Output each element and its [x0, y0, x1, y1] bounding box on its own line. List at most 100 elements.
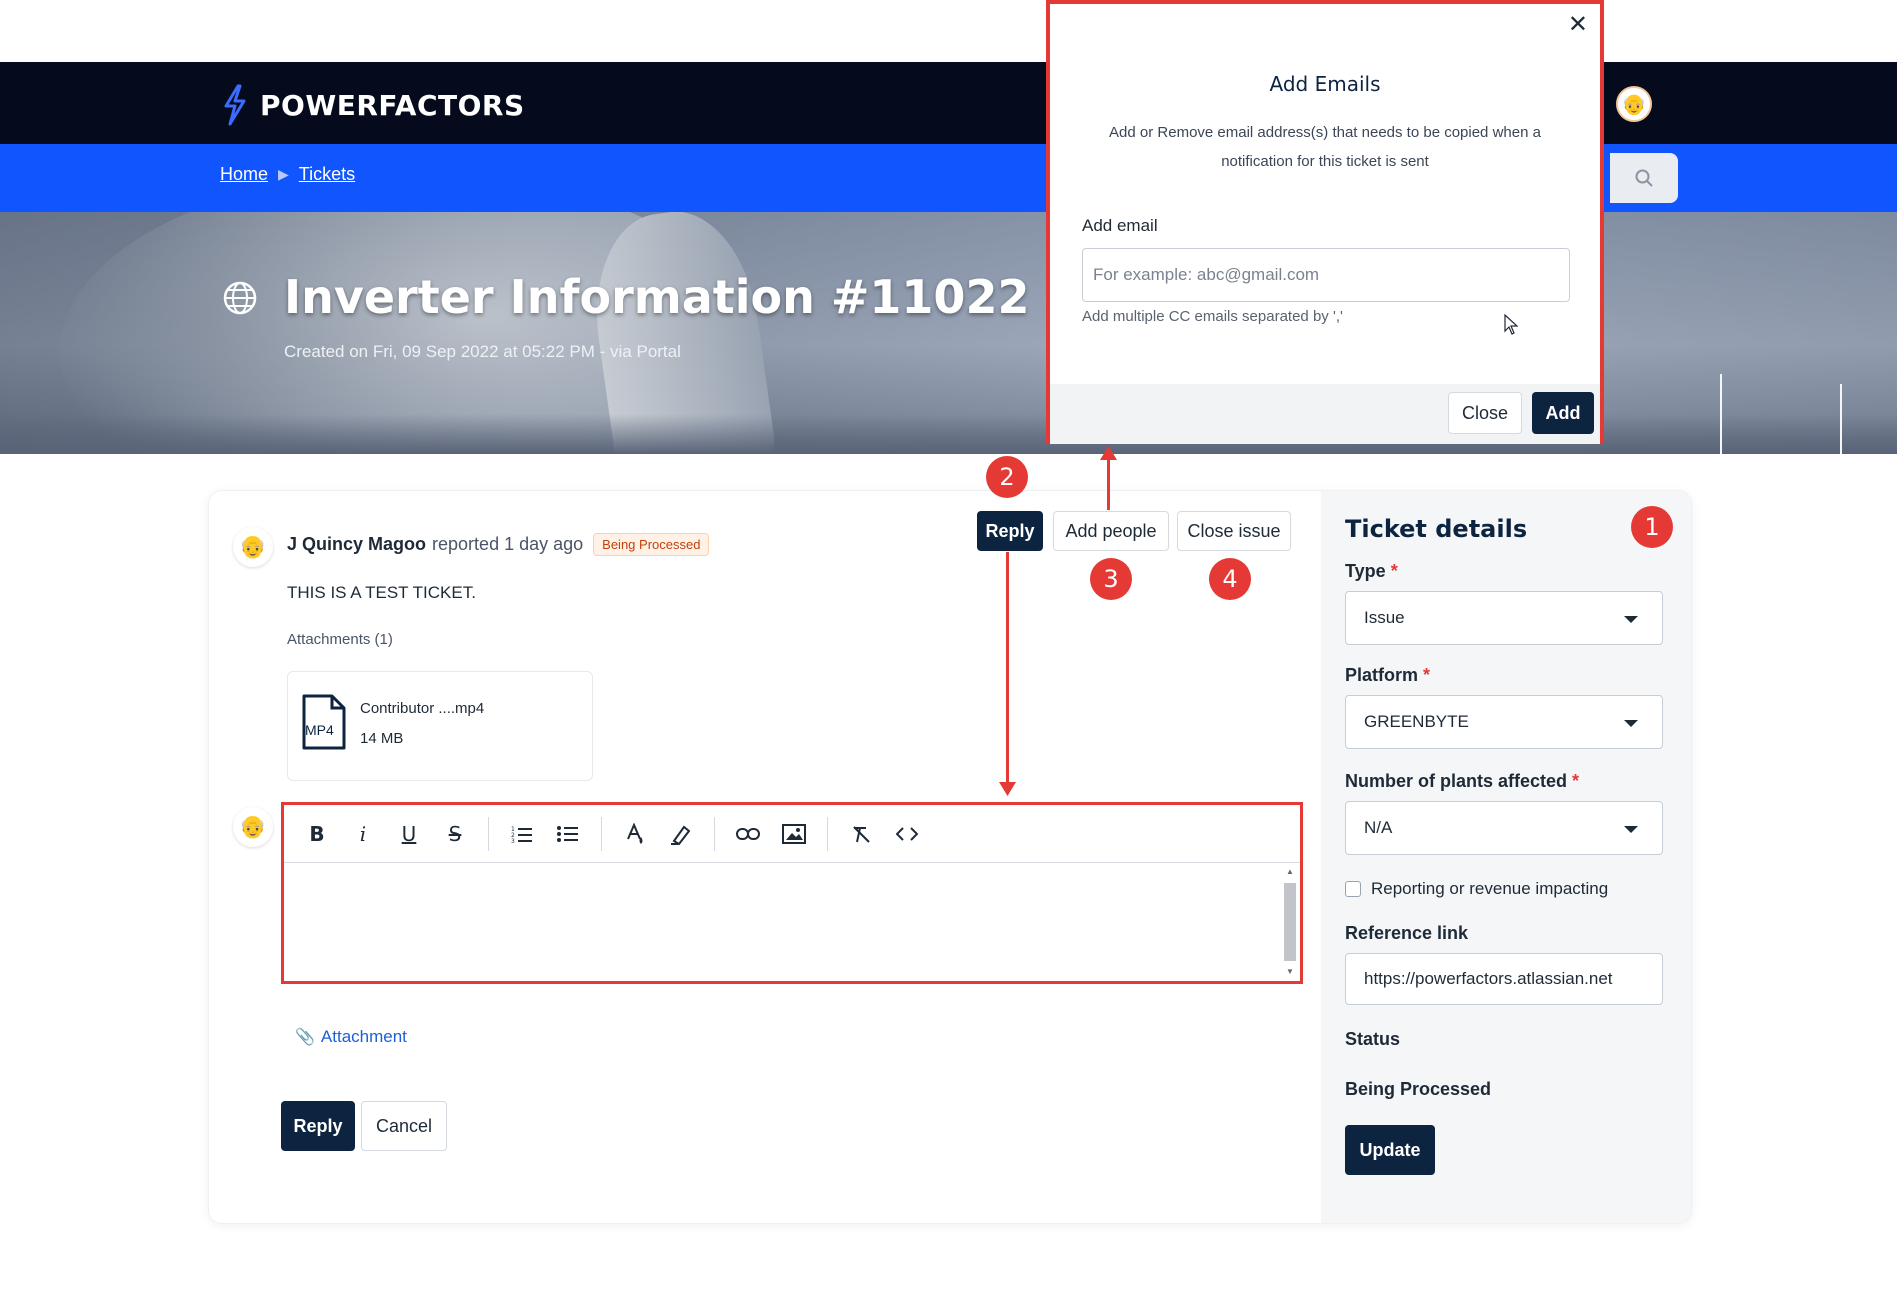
distant-turbine — [1840, 384, 1842, 454]
editor-toolbar: B i U S 123 — [284, 805, 1300, 863]
platform-select[interactable]: GREENBYTE — [1345, 695, 1663, 749]
italic-icon[interactable]: i — [345, 816, 381, 852]
platform-label: Platform — [1345, 665, 1419, 685]
attachments-label: Attachments (1) — [287, 631, 393, 648]
breadcrumb-bar: Home ▶ Tickets — [0, 144, 1897, 212]
submit-reply-button[interactable]: Reply — [281, 1101, 355, 1151]
reporting-checkbox-row: Reporting or revenue impacting — [1345, 879, 1608, 899]
modal-description: Add or Remove email address(s) that need… — [1109, 124, 1541, 170]
file-type-label: MP4 — [305, 722, 334, 738]
reference-link-input[interactable]: https://powerfactors.atlassian.net — [1345, 953, 1663, 1005]
underline-icon[interactable]: U — [391, 816, 427, 852]
top-nav: POWERFACTORS 👴 — [0, 62, 1897, 144]
reporting-label: Reporting or revenue impacting — [1371, 879, 1609, 898]
breadcrumb-home[interactable]: Home — [220, 164, 268, 185]
annotation-marker-1: 1 — [1631, 506, 1673, 548]
hero-banner: Inverter Information #11022 Created on F… — [0, 212, 1897, 454]
bolt-logo-icon — [224, 84, 246, 126]
required-mark: * — [1423, 665, 1431, 685]
ticket-details-title: Ticket details — [1345, 515, 1528, 543]
current-user-avatar: 👴 — [233, 807, 273, 847]
ticket-description: THIS IS A TEST TICKET. — [287, 583, 476, 602]
ticket-details-panel: Ticket details Type * Issue Platform * G… — [1321, 491, 1691, 1223]
globe-icon — [223, 281, 257, 315]
bold-icon[interactable]: B — [299, 816, 335, 852]
plants-select[interactable]: N/A — [1345, 801, 1663, 855]
brand-logo[interactable]: POWERFACTORS — [220, 84, 525, 126]
ticket-card: 👴 J Quincy Magoo reported 1 day ago Bein… — [208, 490, 1692, 1224]
scroll-down-icon[interactable]: ▼ — [1284, 967, 1296, 976]
reference-label: Reference link — [1345, 923, 1469, 943]
breadcrumb-tickets[interactable]: Tickets — [299, 164, 355, 185]
type-value: Issue — [1364, 608, 1405, 627]
arrow-down-icon — [999, 782, 1016, 796]
reporter-name[interactable]: J Quincy Magoo — [287, 534, 426, 555]
add-emails-modal: ✕ Add Emails Add or Remove email address… — [1046, 0, 1604, 444]
status-label: Status — [1345, 1029, 1401, 1049]
link-icon[interactable] — [730, 816, 766, 852]
update-button[interactable]: Update — [1345, 1125, 1435, 1175]
scroll-up-icon[interactable]: ▲ — [1284, 867, 1296, 876]
close-issue-button[interactable]: Close issue — [1177, 511, 1291, 551]
editor-scrollbar[interactable]: ▲ ▼ — [1282, 867, 1296, 977]
plants-value: N/A — [1364, 818, 1393, 837]
modal-close-button[interactable]: Close — [1448, 392, 1522, 434]
breadcrumb-separator-icon: ▶ — [278, 166, 289, 182]
type-label: Type — [1345, 561, 1386, 581]
status-value: Being Processed — [1345, 1079, 1492, 1099]
reporting-checkbox[interactable] — [1345, 881, 1361, 897]
ordered-list-icon[interactable]: 123 — [504, 816, 540, 852]
search-icon — [1635, 169, 1653, 187]
annotation-marker-3: 3 — [1090, 558, 1132, 600]
type-select[interactable]: Issue — [1345, 591, 1663, 645]
image-icon[interactable] — [776, 816, 812, 852]
modal-footer: Close Add — [1050, 384, 1600, 444]
clear-format-icon[interactable] — [843, 816, 879, 852]
annotation-arrow-add-people — [1107, 458, 1110, 510]
attachment-link-label: Attachment — [320, 1027, 407, 1046]
svg-text:3: 3 — [511, 838, 515, 844]
add-attachment-link[interactable]: 📎 Attachment — [295, 1027, 407, 1047]
file-name: Contributor ....mp4 — [360, 700, 485, 717]
modal-title: Add Emails — [1269, 72, 1381, 96]
email-help-text: Add multiple CC emails separated by ',' — [1082, 308, 1343, 325]
code-view-icon[interactable] — [889, 816, 925, 852]
search-button[interactable] — [1610, 153, 1678, 203]
add-email-label: Add email — [1082, 216, 1158, 235]
status-badge: Being Processed — [593, 533, 710, 556]
required-mark: * — [1572, 771, 1580, 791]
reporter-avatar: 👴 — [233, 527, 273, 567]
strikethrough-icon[interactable]: S — [437, 816, 473, 852]
reply-editor: B i U S 123 ▲ ▼ — [281, 802, 1303, 984]
add-people-button[interactable]: Add people — [1053, 511, 1169, 551]
modal-add-button[interactable]: Add — [1532, 392, 1594, 434]
platform-value: GREENBYTE — [1364, 712, 1469, 731]
mouse-cursor-icon — [1504, 314, 1518, 335]
reply-button[interactable]: Reply — [977, 511, 1043, 551]
file-size: 14 MB — [360, 730, 404, 747]
required-mark: * — [1390, 561, 1398, 581]
paperclip-icon: 📎 — [295, 1029, 315, 1046]
email-input[interactable] — [1082, 248, 1570, 302]
dropdown-caret-icon — [1624, 826, 1638, 833]
annotation-arrow-reply — [1006, 552, 1009, 786]
user-avatar[interactable]: 👴 — [1616, 86, 1652, 122]
dropdown-caret-icon — [1624, 616, 1638, 623]
annotation-marker-4: 4 — [1209, 558, 1251, 600]
plants-label: Number of plants affected — [1345, 771, 1568, 791]
highlight-icon[interactable] — [663, 816, 699, 852]
bullet-list-icon[interactable] — [550, 816, 586, 852]
text-color-icon[interactable] — [617, 816, 653, 852]
page-subtitle: Created on Fri, 09 Sep 2022 at 05:22 PM … — [284, 342, 681, 361]
cancel-reply-button[interactable]: Cancel — [361, 1101, 447, 1151]
breadcrumb: Home ▶ Tickets — [220, 164, 355, 185]
dropdown-caret-icon — [1624, 720, 1638, 727]
close-icon[interactable]: ✕ — [1568, 10, 1588, 38]
reported-time: reported 1 day ago — [432, 534, 584, 554]
attachment-file-card[interactable]: MP4 Contributor ....mp4 14 MB — [287, 671, 593, 781]
page-title: Inverter Information #11022 — [284, 270, 1030, 324]
distant-turbine — [1720, 374, 1722, 454]
brand-name: POWERFACTORS — [260, 88, 525, 122]
reply-text-area[interactable] — [284, 863, 1300, 981]
reporter-line: J Quincy Magoo reported 1 day ago Being … — [287, 533, 710, 556]
